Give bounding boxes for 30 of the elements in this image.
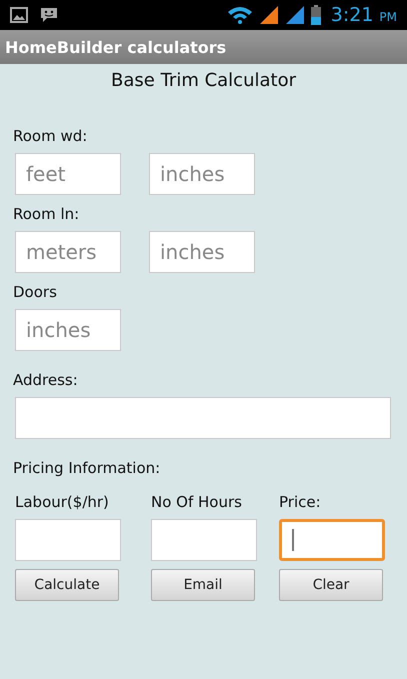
chat-icon <box>40 6 58 24</box>
battery-icon <box>310 5 321 25</box>
input-field[interactable]: inches <box>149 153 255 195</box>
input-field[interactable] <box>151 519 257 561</box>
field-label: Labour($/hr) <box>15 493 110 511</box>
signal-icon <box>284 6 305 24</box>
action-button[interactable]: Clear <box>279 569 383 601</box>
page-heading: Base Trim Calculator <box>110 70 297 91</box>
field-label: Doors <box>13 283 58 301</box>
address-field[interactable] <box>15 397 391 439</box>
field-label: Room wd: <box>13 127 88 145</box>
wifi-icon <box>226 6 253 24</box>
action-button[interactable]: Calculate <box>15 569 119 601</box>
input-field[interactable]: feet <box>15 153 121 195</box>
input-field[interactable]: meters <box>15 231 121 273</box>
clock-time: 3:21 <box>330 4 374 26</box>
field-label: No Of Hours <box>151 493 243 511</box>
field-label: Price: <box>279 493 322 511</box>
field-label: Room ln: <box>13 205 80 223</box>
input-field[interactable] <box>15 519 121 561</box>
image-icon <box>10 7 28 23</box>
section-label: Pricing Information: <box>13 459 162 477</box>
app-title: HomeBuilder calculators <box>5 38 226 56</box>
field-label: Address: <box>13 371 79 389</box>
input-field[interactable]: inches <box>15 309 121 351</box>
clock-meridiem: PM <box>379 10 397 24</box>
action-button[interactable]: Email <box>151 569 255 601</box>
signal-icon <box>258 6 279 24</box>
input-field[interactable] <box>279 519 385 561</box>
input-field[interactable]: inches <box>149 231 255 273</box>
